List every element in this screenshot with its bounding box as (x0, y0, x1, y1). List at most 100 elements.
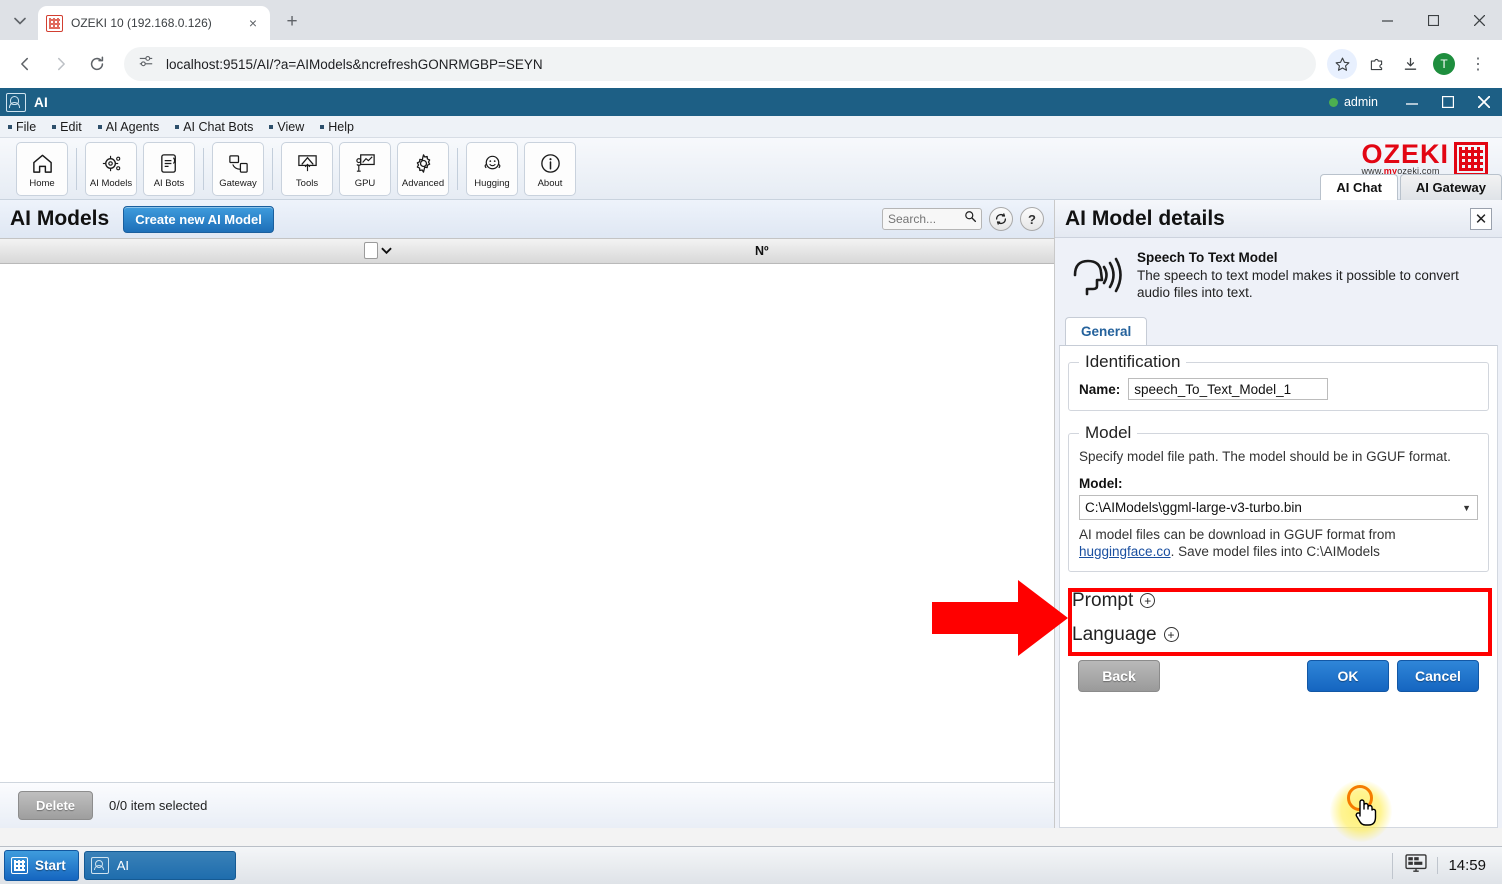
search-icon[interactable] (964, 210, 977, 228)
ribbon-button-ai-bots[interactable]: AI Bots (143, 141, 195, 196)
app-maximize-button[interactable] (1430, 88, 1466, 116)
site-settings-icon[interactable] (138, 54, 154, 75)
start-button[interactable]: Start (4, 850, 79, 881)
tab-search-icon[interactable] (6, 7, 34, 35)
app-title: AI (34, 94, 49, 110)
refresh-icon[interactable] (989, 207, 1013, 231)
ribbon-group-gateway: Gateway (204, 141, 272, 196)
back-button[interactable]: Back (1078, 659, 1160, 692)
app-minimize-button[interactable] (1394, 88, 1430, 116)
ribbon-button-ai-models[interactable]: AI Models (85, 141, 137, 196)
display-icon[interactable] (1405, 853, 1428, 878)
menu-item-file[interactable]: File (8, 120, 46, 134)
tab-title: OZEKI 10 (192.168.0.126) (71, 16, 212, 30)
help-icon[interactable]: ? (1020, 207, 1044, 231)
tab-close-icon[interactable]: × (244, 14, 262, 32)
gear-icon (412, 148, 435, 178)
app-window-controls: admin (1328, 88, 1502, 116)
menu-label: Edit (60, 119, 82, 134)
browser-window-controls (1364, 0, 1502, 40)
expand-plus-icon[interactable]: + (1140, 593, 1156, 609)
menu-item-edit[interactable]: Edit (52, 120, 92, 134)
section-language[interactable]: Language + (1068, 618, 1489, 652)
ribbon-button-hugging[interactable]: Hugging (466, 141, 518, 196)
new-tab-button[interactable]: + (278, 8, 306, 36)
cancel-button[interactable]: Cancel (1397, 659, 1479, 692)
expand-plus-icon[interactable]: + (1163, 627, 1179, 643)
speech-to-text-icon (1063, 250, 1125, 305)
ribbon-group-tools: Tools GPU Advanced (273, 141, 457, 196)
extensions-icon[interactable] (1361, 49, 1391, 79)
model-type-heading: Speech To Text Model (1137, 250, 1278, 265)
model-select[interactable]: C:\AIModels\ggml-large-v3-turbo.bin (1079, 494, 1478, 520)
ribbon-button-gpu[interactable]: GPU (339, 141, 391, 196)
taskbar: Start AI 14:59 (0, 846, 1502, 884)
ribbon-button-tools[interactable]: Tools (281, 141, 333, 196)
menu-bullet-icon (269, 124, 274, 129)
model-hint-bottom: AI model files can be download in GGUF f… (1079, 527, 1478, 561)
identification-group: Identification Name: (1068, 352, 1489, 411)
admin-user-label[interactable]: admin (1344, 95, 1378, 109)
bookmark-star-icon[interactable] (1327, 49, 1357, 79)
selection-status: 0/0 item selected (109, 798, 208, 813)
create-new-ai-model-button[interactable]: Create new AI Model (123, 205, 274, 233)
select-all-checkbox[interactable] (364, 242, 378, 259)
back-button[interactable] (8, 47, 42, 81)
select-all-column[interactable] (364, 242, 392, 259)
ribbon-button-advanced[interactable]: Advanced (397, 141, 449, 196)
name-input[interactable] (1128, 378, 1329, 400)
model-field-label: Model: (1079, 475, 1123, 491)
menu-item-view[interactable]: View (269, 120, 314, 134)
search-input[interactable] (888, 212, 964, 226)
details-tab-row: General (1055, 317, 1502, 345)
app-close-button[interactable] (1466, 88, 1502, 116)
huggingface-link[interactable]: huggingface.co (1079, 544, 1171, 559)
browser-toolbar: localhost:9515/AI/?a=AIModels&ncrefreshG… (0, 40, 1502, 88)
model-select-wrap: C:\AIModels\ggml-large-v3-turbo.bin ▼ (1079, 494, 1478, 520)
browser-maximize-button[interactable] (1410, 0, 1456, 40)
taskbar-item-ai[interactable]: AI (83, 851, 236, 880)
ribbon-label: GPU (354, 178, 376, 190)
ribbon-button-gateway[interactable]: Gateway (212, 141, 264, 196)
address-bar[interactable]: localhost:9515/AI/?a=AIModels&ncrefreshG… (124, 47, 1316, 81)
browser-minimize-button[interactable] (1364, 0, 1410, 40)
download-icon[interactable] (1395, 49, 1425, 79)
clock: 14:59 (1437, 857, 1486, 874)
menu-label: AI Agents (105, 119, 160, 134)
menu-item-ai-chat-bots[interactable]: AI Chat Bots (175, 120, 263, 134)
menu-item-help[interactable]: Help (320, 120, 364, 134)
menu-label: File (16, 119, 37, 134)
delete-button[interactable]: Delete (18, 791, 94, 820)
tab-general[interactable]: General (1065, 317, 1148, 345)
system-tray: 14:59 (1392, 852, 1498, 879)
url-text: localhost:9515/AI/?a=AIModels&ncrefreshG… (166, 56, 543, 72)
browser-menu-icon[interactable]: ⋮ (1463, 49, 1493, 79)
ribbon-button-about[interactable]: About (524, 141, 576, 196)
menu-label: View (277, 119, 305, 134)
bot-device-icon (158, 148, 181, 178)
tab-ai-chat[interactable]: AI Chat (1320, 174, 1398, 200)
ribbon-group-home: Home (8, 141, 76, 196)
profile-avatar[interactable]: T (1429, 49, 1459, 79)
details-form: Identification Name: Model Specify model… (1059, 345, 1498, 828)
gpu-chart-icon (354, 148, 377, 178)
reload-button[interactable] (80, 47, 114, 81)
ai-models-pane: AI Models Create new AI Model ? (0, 200, 1055, 828)
browser-tab[interactable]: OZEKI 10 (192.168.0.126) × (38, 6, 270, 40)
menu-item-ai-agents[interactable]: AI Agents (97, 119, 170, 134)
ozeki-ai-logo-icon (6, 92, 26, 112)
menu-bullet-icon (320, 124, 325, 129)
section-prompt[interactable]: Prompt + (1068, 584, 1489, 618)
details-close-button[interactable]: ✕ (1470, 207, 1492, 230)
browser-close-button[interactable] (1456, 0, 1502, 40)
tab-ai-gateway[interactable]: AI Gateway (1399, 174, 1502, 200)
ribbon-label: Advanced (401, 178, 445, 190)
ribbon-label: Gateway (219, 178, 257, 190)
forward-button[interactable] (44, 47, 78, 81)
ribbon-label: Tools (295, 178, 319, 190)
hint-post: . Save model files into C:\AIModels (1170, 543, 1380, 559)
taskbar-item-label: AI (116, 858, 130, 873)
ok-button[interactable]: OK (1307, 659, 1389, 692)
ribbon-button-home[interactable]: Home (16, 141, 68, 196)
search-box[interactable] (882, 208, 982, 230)
